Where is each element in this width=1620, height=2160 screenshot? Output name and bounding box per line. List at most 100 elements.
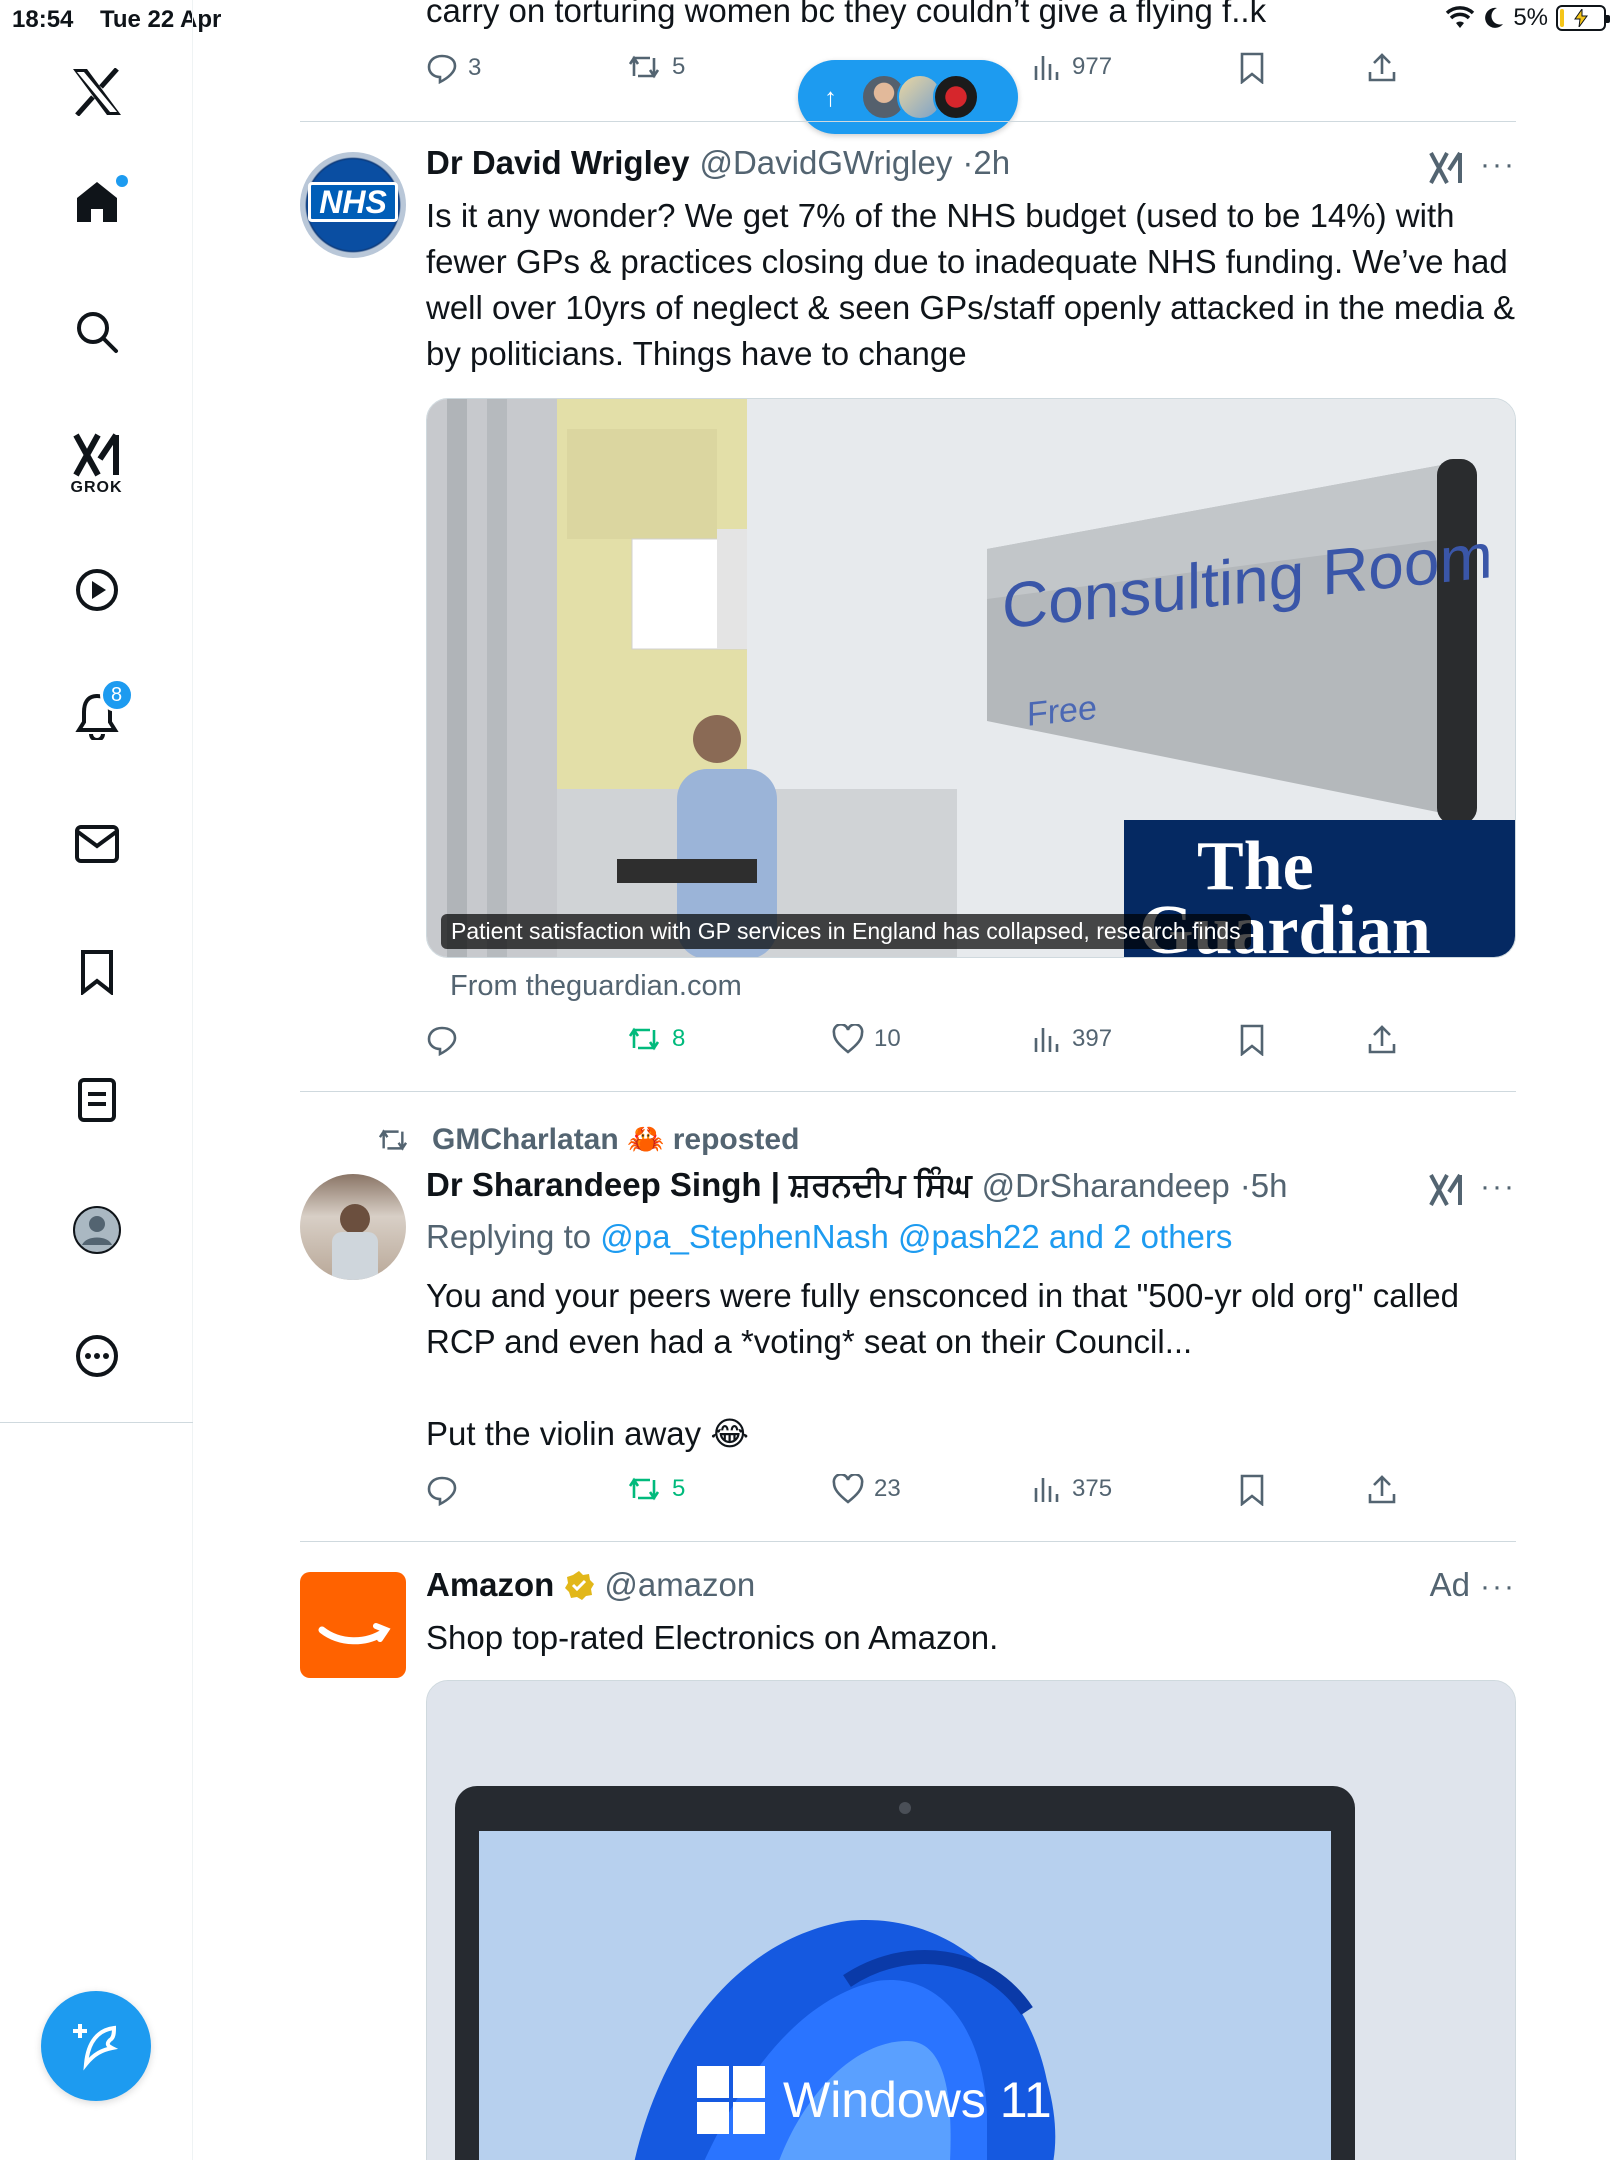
post-more-button[interactable]: ··· [1480, 1170, 1516, 1204]
share-button[interactable] [1366, 52, 1398, 84]
post-more-button[interactable]: ··· [1480, 148, 1516, 182]
post-text: Shop top-rated Electronics on Amazon. [426, 1619, 999, 1656]
bookmark-button[interactable] [1238, 1024, 1266, 1056]
sidebar-item-bookmarks[interactable] [0, 942, 193, 1002]
sidebar-item-search[interactable] [0, 302, 193, 362]
search-icon [76, 312, 118, 353]
reply-button[interactable] [426, 1024, 468, 1056]
post-header: Dr Sharandeep Singh | ਸ਼ਰਨਦੀਪ ਸਿੰਘ @DrSh… [426, 1166, 1287, 1205]
post-more-button[interactable]: ··· [1480, 1570, 1516, 1604]
wifi-icon [1446, 6, 1475, 28]
ad-media-image[interactable]: Windows 11 [426, 1680, 1516, 2160]
views-chart-icon [1034, 1028, 1059, 1052]
repost-count: 5 [672, 53, 686, 80]
sidebar-item-grok[interactable]: GROK [0, 424, 193, 504]
sidebar-item-lists[interactable] [0, 1070, 193, 1130]
author-name[interactable]: Amazon [426, 1566, 554, 1604]
repost-count: 5 [672, 1475, 686, 1502]
post-avatar[interactable]: NHS [300, 152, 406, 258]
grok-icon[interactable] [1428, 1172, 1464, 1208]
views-chart-icon [1034, 1478, 1059, 1502]
link-card-image[interactable]: Consulting Room 1 Free The Guardian Pati… [426, 398, 1516, 958]
new-posts-pill[interactable]: ↑ [798, 60, 1018, 134]
post-time[interactable]: 2h [973, 144, 1010, 182]
sidebar-item-messages[interactable] [0, 814, 193, 874]
replying-to-line: Replying to @pa_StephenNash @pash22 and … [426, 1214, 1516, 1260]
arrow-up-icon: ↑ [824, 81, 837, 112]
moon-icon [1485, 7, 1504, 28]
grok-icon[interactable] [1428, 150, 1464, 186]
views-count: 397 [1072, 1025, 1113, 1052]
share-button[interactable] [1366, 1474, 1398, 1506]
envelope-icon [74, 825, 119, 863]
post-header: Dr David Wrigley @DavidGWrigley · 2h [426, 144, 1010, 182]
previous-post-text: carry on torturing women bc they couldn’… [426, 0, 1267, 29]
reposted-by[interactable]: GMCharlatan 🦀 reposted [432, 1122, 799, 1157]
laptop-photo: Windows 11 [427, 1681, 1515, 2160]
verified-gold-icon [565, 1571, 595, 1600]
list-icon [77, 1078, 116, 1122]
post-actions: 5 23 375 [426, 1474, 1426, 1514]
post-text-second: Put the violin away 😂 [426, 1415, 749, 1452]
views-button[interactable]: 375 [1032, 1474, 1112, 1504]
author-handle[interactable]: @DrSharandeep [982, 1167, 1230, 1205]
sidebar-item-notifications[interactable]: 8 [0, 678, 193, 746]
views-button[interactable]: 397 [1032, 1024, 1112, 1054]
bookmark-icon [1240, 1474, 1264, 1506]
share-icon [1368, 1025, 1396, 1054]
compose-post-button[interactable] [41, 1991, 151, 2101]
share-button[interactable] [1366, 1024, 1398, 1056]
views-button[interactable]: 977 [1032, 52, 1112, 82]
sidebar-item-video[interactable] [0, 560, 193, 620]
repost-button[interactable]: 5 [626, 1474, 685, 1504]
author-handle[interactable]: @DavidGWrigley [699, 144, 952, 182]
author-name[interactable]: Dr David Wrigley [426, 144, 689, 182]
bookmark-icon [1240, 1024, 1264, 1056]
battery-icon [1556, 5, 1610, 31]
replying-to-handles[interactable]: @pa_StephenNash @pash22 and 2 others [600, 1218, 1232, 1255]
sidebar: GROK 8 [0, 0, 193, 2160]
post-time[interactable]: 5h [1251, 1167, 1288, 1205]
home-unread-dot [115, 175, 128, 187]
author-name[interactable]: Dr Sharandeep Singh | ਸ਼ਰਨਦੀਪ ਸਿੰਘ [426, 1166, 972, 1205]
repost-button[interactable]: 5 [626, 52, 685, 82]
reply-button[interactable] [426, 1474, 468, 1506]
bookmark-button[interactable] [1238, 1474, 1266, 1506]
post-divider [300, 121, 1516, 122]
play-circle-icon [75, 569, 118, 611]
reply-button[interactable]: 3 [426, 52, 481, 84]
sidebar-item-home[interactable] [0, 172, 193, 232]
repost-count: 8 [672, 1025, 686, 1052]
sidebar-item-more[interactable] [0, 1326, 193, 1386]
sidebar-item-profile[interactable] [0, 1200, 193, 1260]
like-button[interactable]: 10 [832, 1024, 901, 1054]
separator-dot: · [1239, 1166, 1251, 1204]
bookmark-icon [80, 950, 113, 995]
repost-indicator: GMCharlatan 🦀 reposted [376, 1122, 799, 1157]
more-circle-icon [75, 1335, 118, 1377]
repost-icon [628, 1477, 660, 1501]
home-icon [76, 182, 117, 222]
repost-icon [628, 55, 660, 79]
post-avatar[interactable] [300, 1174, 406, 1280]
link-card-source[interactable]: From theguardian.com [450, 970, 742, 1003]
heart-icon [832, 1024, 864, 1054]
repost-button[interactable]: 8 [626, 1024, 685, 1054]
like-count: 10 [874, 1025, 901, 1052]
bookmark-button[interactable] [1238, 52, 1266, 84]
like-button[interactable]: 23 [832, 1474, 901, 1504]
like-count: 23 [874, 1475, 901, 1502]
author-handle[interactable]: @amazon [604, 1566, 755, 1604]
x-logo[interactable] [0, 60, 193, 124]
sidebar-divider [0, 1422, 193, 1423]
repost-icon [378, 1128, 408, 1151]
reply-count: 3 [468, 54, 482, 81]
new-posts-avatars [861, 74, 979, 120]
profile-avatar-icon [72, 1206, 121, 1254]
amazon-avatar[interactable] [300, 1572, 406, 1678]
grok-icon [72, 433, 119, 477]
post-text: Is it any wonder? We get 7% of the NHS b… [426, 197, 1515, 372]
reply-icon [427, 54, 457, 84]
replying-to-label: Replying to [426, 1218, 592, 1255]
share-icon [1368, 53, 1396, 82]
